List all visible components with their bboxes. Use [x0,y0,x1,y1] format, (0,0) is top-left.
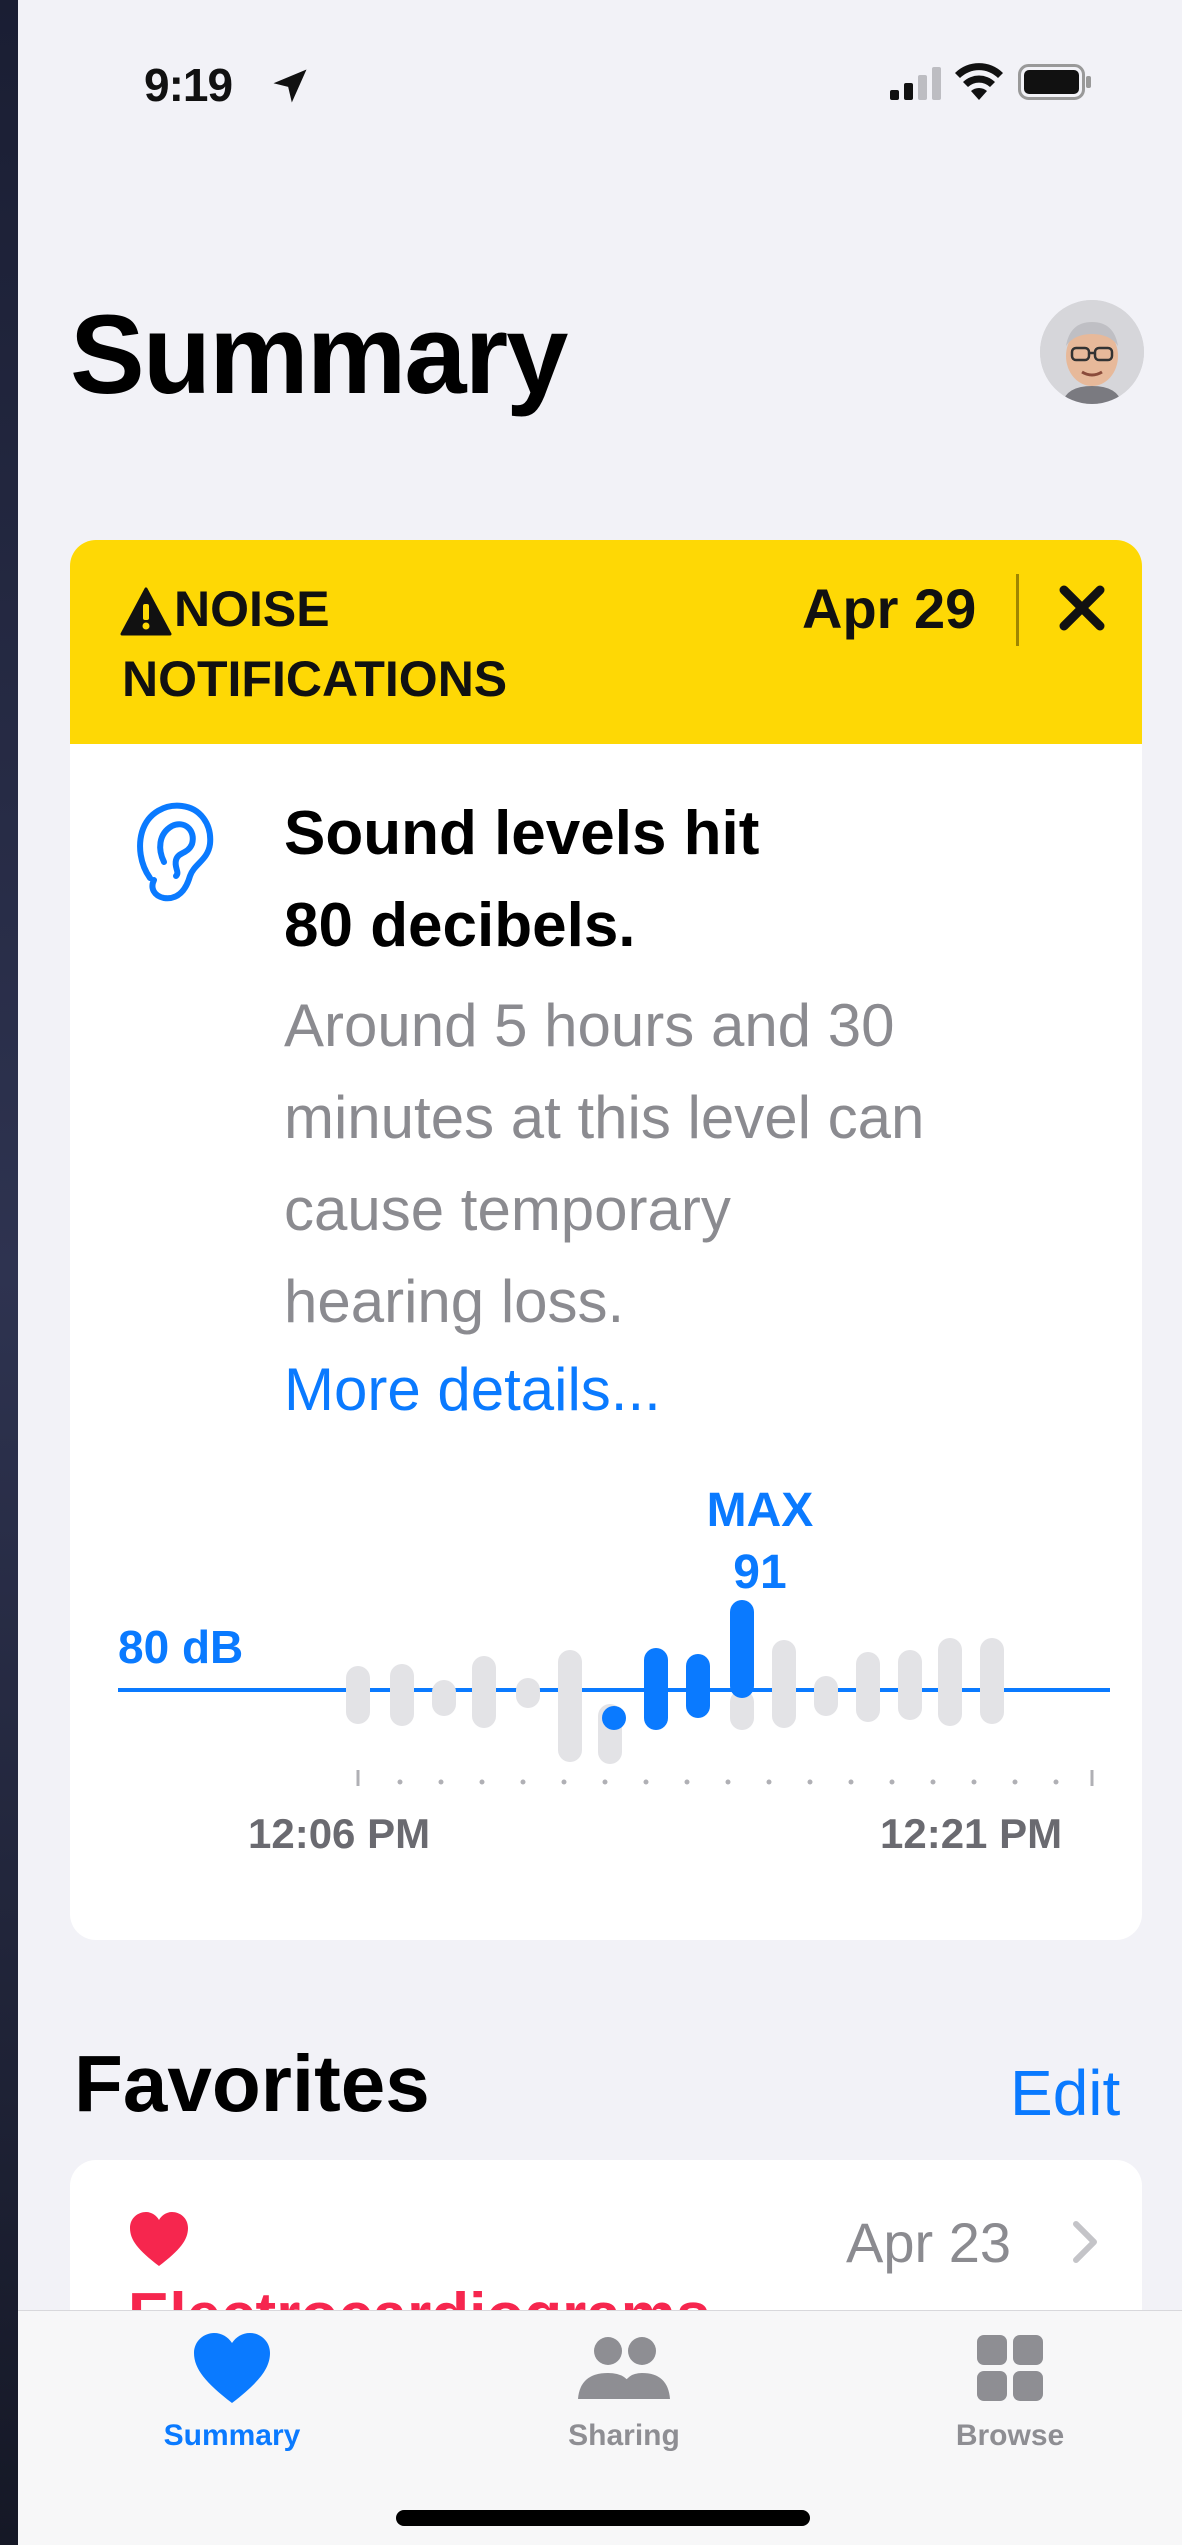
noise-bar-highlight [602,1706,626,1730]
noise-banner: NOISE NOTIFICATIONS Apr 29 [70,540,1142,744]
noise-bar [558,1650,582,1762]
description-line: Around 5 hours and 30 [284,992,895,1059]
noise-bars-gray [346,1638,1004,1764]
start-time-label: 12:06 PM [248,1810,431,1857]
noise-bar [390,1664,414,1726]
location-arrow-icon [273,69,307,103]
memoji-avatar-icon [1040,300,1144,404]
noise-bar [938,1638,962,1726]
home-indicator[interactable] [396,2510,810,2526]
noise-bars [118,1600,1110,1786]
description-line: cause temporary [284,1176,731,1243]
phone-screen: 9:19 Summary NOISE NOTIFICATIONS Apr 29 … [18,0,1182,2545]
description-line: hearing loss. [284,1268,625,1335]
more-details-link[interactable]: More details... [284,1355,661,1424]
noise-level-chart: MAX 91 80 dB 12:06 PM 12:21 PM [70,1480,1142,1940]
headline-line2: 80 decibels. [284,891,636,960]
favorite-date: Apr 23 [846,2211,1011,2274]
wifi-icon [955,63,1003,100]
grid-icon [977,2335,1043,2401]
heart-fill-icon [194,2333,270,2403]
noise-bar [432,1680,456,1716]
noise-bar [772,1640,796,1728]
banner-date: Apr 29 [802,577,977,640]
noise-bar [814,1676,838,1716]
status-time: 9:19 [144,59,233,111]
noise-notification-card[interactable]: NOISE NOTIFICATIONS Apr 29 Sound levels … [70,540,1142,1940]
description-line: minutes at this level can [284,1084,925,1151]
edit-favorites-button[interactable]: Edit [1010,2056,1120,2130]
close-icon[interactable] [1052,578,1112,638]
chevron-right-icon [1073,2221,1097,2263]
tab-label-browse: Browse [955,2419,1065,2452]
banner-title-line2: NOTIFICATIONS [122,651,508,707]
banner-divider [1016,574,1019,646]
tab-sharing[interactable]: Sharing [504,2331,744,2481]
noise-bar [856,1652,880,1722]
favorites-heading: Favorites [74,2039,430,2128]
status-bar: 9:19 [18,0,1182,160]
noise-bar [516,1678,540,1708]
page-title: Summary [70,292,568,417]
noise-bar [472,1656,496,1728]
noise-bar-highlight [644,1648,668,1730]
noise-description: Around 5 hours and 30 minutes at this le… [284,980,1114,1348]
ear-icon [137,802,214,902]
cellular-signal-icon [890,67,941,100]
noise-headline: Sound levels hit 80 decibels. [284,788,1104,972]
avatar[interactable] [1040,300,1144,404]
noise-bar [346,1666,370,1724]
noise-bar [898,1650,922,1720]
warning-triangle-icon [120,587,172,636]
tab-label-summary: Summary [163,2419,301,2452]
noise-bar-highlight [730,1600,754,1698]
time-axis-dots [397,1779,1059,1785]
battery-icon [1018,64,1091,100]
people-icon [578,2337,670,2399]
banner-title-line1: NOISE [174,581,330,637]
headline-line1: Sound levels hit [284,799,760,868]
tab-browse[interactable]: Browse [890,2331,1130,2481]
time-axis-ticks [356,1770,1094,1786]
tab-label-sharing: Sharing [568,2419,680,2452]
noise-bar [980,1638,1004,1724]
heart-icon [130,2212,188,2266]
end-time-label: 12:21 PM [880,1810,1063,1857]
tab-summary[interactable]: Summary [112,2331,352,2481]
noise-bar-highlight [686,1654,710,1718]
